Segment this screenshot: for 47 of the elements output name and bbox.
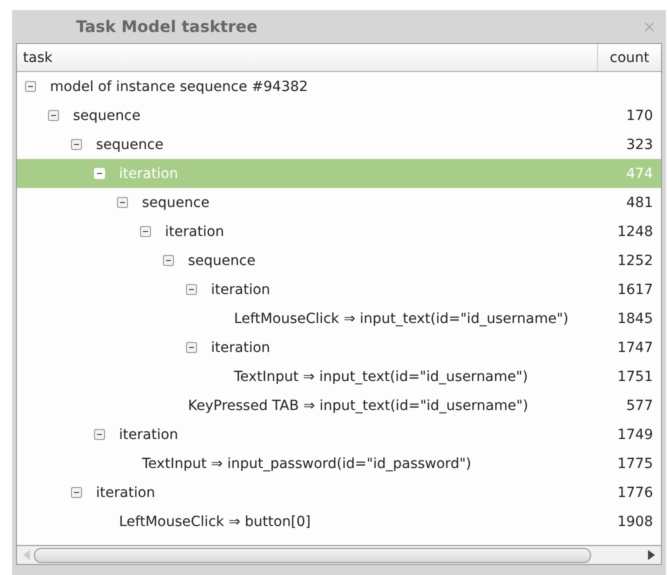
task-label: iteration [119, 426, 178, 442]
count-cell-text: 1751 [616, 368, 654, 384]
task-label: LeftMouseClick ⇒ button[0] [119, 514, 311, 530]
scrollbar-thumb[interactable] [34, 548, 591, 562]
task-label: KeyPressed TAB ⇒ input_text(id="id_username") [188, 398, 528, 414]
count-cell-text: 481 [625, 194, 654, 210]
collapse-icon[interactable] [163, 255, 174, 266]
task-label: sequence [96, 136, 164, 152]
collapse-icon[interactable] [48, 110, 59, 121]
task-label: TextInput ⇒ input_text(id="id_username") [234, 368, 528, 384]
horizontal-scrollbar[interactable] [17, 545, 661, 564]
task-label: sequence [188, 252, 256, 268]
task-label: model of instance sequence #94382 [50, 78, 308, 94]
count-cell-text: 1617 [616, 282, 654, 298]
task-label: iteration [165, 224, 224, 240]
collapse-icon[interactable] [186, 342, 197, 353]
count-cell-text: 1248 [616, 224, 654, 240]
task-label: sequence [142, 194, 210, 210]
count-cell-text: 1775 [616, 456, 654, 472]
window-title: Task Model tasktree [75, 17, 258, 36]
collapse-icon[interactable] [186, 284, 197, 295]
collapse-icon[interactable] [25, 81, 36, 92]
count-cell-text: 577 [625, 398, 654, 414]
count-cell-text: 1776 [616, 484, 654, 500]
count-cell-text: 474 [625, 166, 654, 182]
count-cell-text: 323 [625, 136, 654, 152]
count-cell-text: 1749 [616, 426, 654, 442]
column-header[interactable]: task [17, 44, 597, 71]
scroll-right-icon[interactable] [648, 550, 655, 560]
task-label: iteration [211, 340, 270, 356]
collapse-icon[interactable] [94, 429, 105, 440]
task-label: TextInput ⇒ input_password(id="id_password") [142, 456, 472, 472]
task-label: iteration [211, 282, 270, 298]
count-cell-text: 170 [625, 108, 654, 124]
collapse-icon[interactable] [117, 197, 128, 208]
count-cell-text: 1845 [616, 310, 654, 326]
task-label: LeftMouseClick ⇒ input_text(id="id_username") [234, 310, 568, 326]
collapse-icon[interactable] [71, 487, 82, 498]
task-label: iteration [119, 166, 178, 182]
collapse-icon[interactable] [140, 226, 151, 237]
task-label: iteration [96, 484, 156, 500]
count-cell-text: 1908 [616, 514, 654, 530]
task-label: sequence [73, 108, 140, 124]
count-cell-text: 1252 [616, 252, 654, 268]
column-header[interactable]: count [597, 44, 661, 71]
collapse-icon[interactable] [71, 139, 82, 150]
count-cell-text: 1747 [616, 340, 654, 356]
